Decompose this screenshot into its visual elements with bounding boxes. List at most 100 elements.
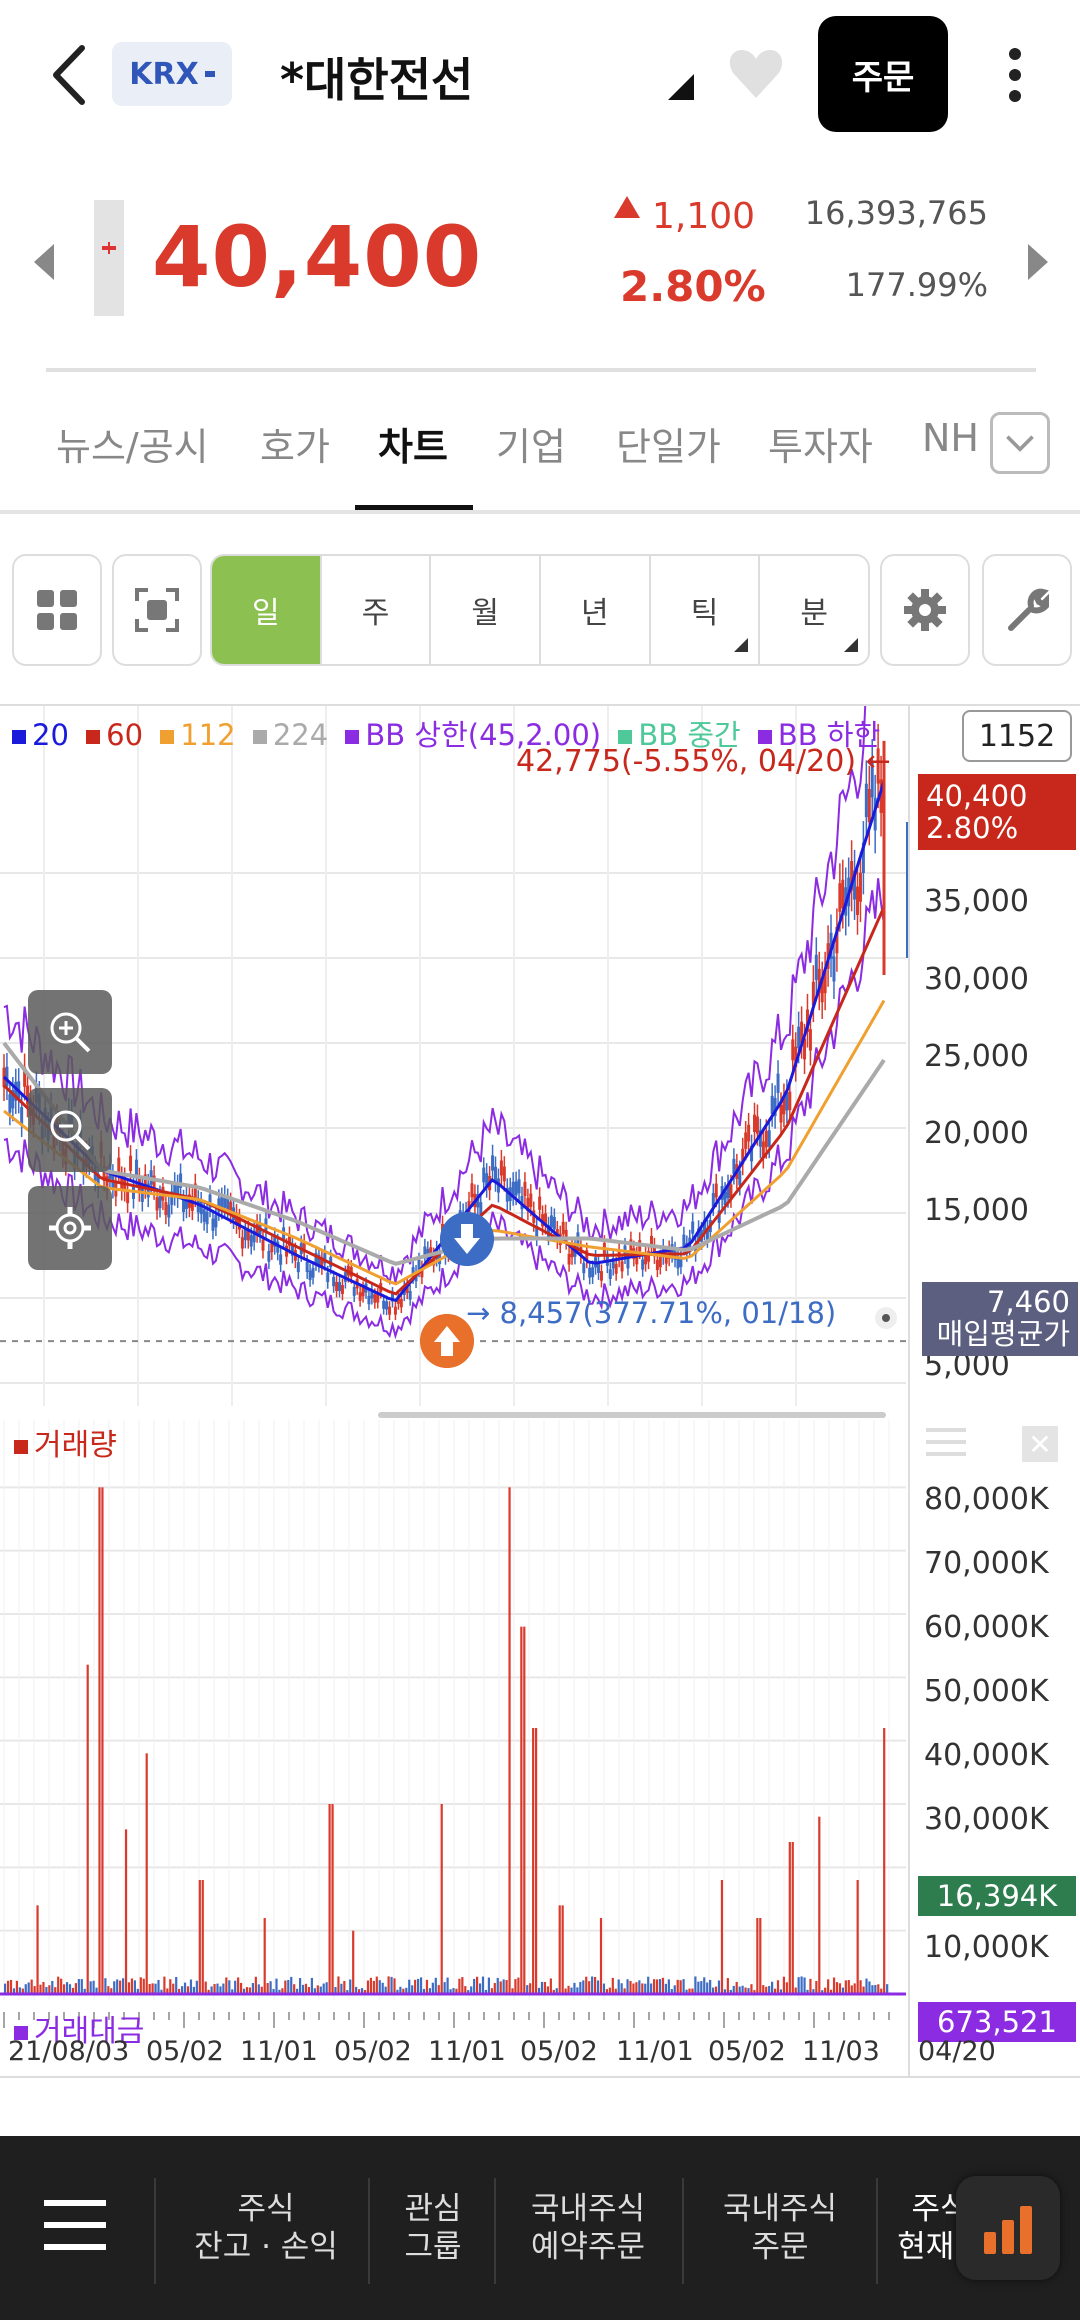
y-tick-label: 70,000K bbox=[924, 1546, 1049, 1581]
volume-chart[interactable] bbox=[0, 1420, 910, 2010]
divider bbox=[876, 2178, 878, 2284]
candle-body bbox=[561, 1221, 565, 1234]
candle-body bbox=[332, 1276, 336, 1287]
candle-count-input[interactable]: 1152 bbox=[962, 710, 1072, 762]
volume-value-tag: 16,394K bbox=[918, 1876, 1076, 1916]
period-week[interactable]: 주 bbox=[322, 556, 432, 664]
nav-domestic-order[interactable]: 국내주식 주문 bbox=[700, 2190, 860, 2266]
tabs-expand-chevron-icon[interactable] bbox=[990, 412, 1050, 474]
candle-body bbox=[655, 1259, 659, 1271]
tab-investor[interactable]: 투자자 bbox=[768, 416, 873, 471]
layout-grid-button[interactable] bbox=[12, 554, 102, 666]
candle-body bbox=[117, 1157, 121, 1173]
candle-body bbox=[552, 1217, 556, 1230]
period-month[interactable]: 월 bbox=[431, 556, 542, 664]
volume-bar bbox=[865, 1978, 868, 1994]
hamburger-menu-icon[interactable] bbox=[44, 2200, 106, 2250]
volume-bar bbox=[658, 1979, 662, 1994]
volume-bar bbox=[228, 1980, 231, 1994]
stock-dropdown-icon[interactable] bbox=[668, 74, 694, 100]
tab-orderbook[interactable]: 호가 bbox=[260, 416, 330, 471]
period-year[interactable]: 년 bbox=[541, 556, 651, 664]
nav-reserved-order[interactable]: 국내주식 예약주문 bbox=[508, 2190, 668, 2266]
volume-bar bbox=[859, 1980, 862, 1994]
volume-bar bbox=[340, 1983, 343, 1994]
volume-bar bbox=[431, 1982, 434, 1994]
volume-bar bbox=[322, 1983, 325, 1994]
exchange-badge[interactable]: KRX bbox=[112, 42, 232, 106]
volume-bar bbox=[27, 1982, 30, 1994]
volume-bar bbox=[868, 1981, 871, 1994]
nav-stock-balance[interactable]: 주식 잔고 · 손익 bbox=[176, 2190, 356, 2266]
volume-bar bbox=[157, 1979, 160, 1994]
panel-close-icon[interactable]: ✕ bbox=[1022, 1426, 1058, 1462]
sell-marker-icon[interactable] bbox=[440, 1212, 494, 1266]
more-vertical-icon[interactable] bbox=[990, 40, 1040, 110]
volume-bar bbox=[122, 1978, 125, 1994]
candle-body bbox=[358, 1292, 362, 1301]
candle-body bbox=[382, 1300, 386, 1309]
volume-bar bbox=[626, 1979, 629, 1994]
buy-marker-icon[interactable] bbox=[420, 1314, 474, 1368]
stock-name[interactable]: *대한전선 bbox=[280, 44, 473, 110]
nav-watch-group[interactable]: 관심 그룹 bbox=[378, 2190, 488, 2266]
candle-body bbox=[514, 1181, 518, 1196]
volume-bar bbox=[473, 1978, 476, 1994]
panel-menu-icon[interactable] bbox=[926, 1428, 966, 1456]
tab-chart[interactable]: 차트 bbox=[378, 416, 448, 471]
next-stock-arrow-icon[interactable] bbox=[1028, 244, 1048, 280]
volume-bar bbox=[664, 1983, 667, 1994]
volume-bar bbox=[434, 1977, 437, 1994]
volume-bar bbox=[124, 1829, 128, 1994]
tab-single-price[interactable]: 단일가 bbox=[616, 416, 721, 471]
prev-stock-arrow-icon[interactable] bbox=[34, 244, 54, 280]
zoom-in-button[interactable] bbox=[28, 990, 112, 1074]
fullscreen-button[interactable] bbox=[112, 554, 202, 666]
avg-line-handle-icon[interactable] bbox=[874, 1306, 898, 1330]
volume-bar bbox=[661, 1977, 665, 1994]
tab-nh[interactable]: NH bbox=[922, 416, 979, 460]
candle-body bbox=[491, 1155, 495, 1171]
candle-body bbox=[279, 1254, 283, 1265]
avg-price-label: 매입평균가 bbox=[936, 1317, 1070, 1351]
volume-bar bbox=[74, 1983, 77, 1994]
volume-bar bbox=[195, 1980, 198, 1994]
period-minute[interactable]: 분 bbox=[760, 556, 868, 664]
volume-bar bbox=[635, 1982, 638, 1994]
volume-bar bbox=[408, 1979, 411, 1994]
volume-bar bbox=[759, 1918, 762, 1994]
volume-bar bbox=[856, 1880, 859, 1994]
volume-bar bbox=[706, 1982, 709, 1994]
volume-bar bbox=[414, 1979, 417, 1994]
volume-bar bbox=[803, 1977, 806, 1994]
chart-shortcut-button[interactable] bbox=[956, 2176, 1060, 2280]
volume-bar bbox=[629, 1980, 632, 1994]
favorite-heart-icon[interactable] bbox=[726, 44, 786, 104]
volume-bar bbox=[119, 1980, 122, 1994]
volume-bar bbox=[709, 1979, 712, 1994]
tools-button[interactable] bbox=[982, 554, 1072, 666]
low-note-arrow-icon: → bbox=[466, 1296, 500, 1330]
order-button[interactable]: 주문 bbox=[818, 16, 948, 132]
candle-body bbox=[5, 1066, 9, 1087]
volume-bar bbox=[818, 1816, 821, 1994]
candle-body bbox=[779, 1104, 783, 1123]
panel-resize-handle[interactable] bbox=[378, 1412, 886, 1418]
volume-bar bbox=[493, 1983, 496, 1994]
candle-body bbox=[182, 1198, 186, 1213]
back-arrow-icon[interactable] bbox=[40, 40, 100, 110]
volume-bar bbox=[461, 1977, 464, 1994]
tab-news[interactable]: 뉴스/공시 bbox=[56, 416, 209, 471]
volume-bar bbox=[508, 1487, 511, 1994]
period-day[interactable]: 일 bbox=[212, 556, 322, 664]
settings-button[interactable] bbox=[880, 554, 970, 666]
candle-body bbox=[340, 1285, 344, 1294]
volume-bar bbox=[343, 1981, 346, 1994]
period-tick[interactable]: 틱 bbox=[651, 556, 761, 664]
chart-settings-button[interactable] bbox=[28, 1186, 112, 1270]
tab-company[interactable]: 기업 bbox=[496, 416, 566, 471]
price-tag-value: 40,400 bbox=[926, 779, 1028, 813]
current-price-tag: 40,400 2.80% bbox=[918, 774, 1076, 850]
y-tick-label: 35,000 bbox=[924, 884, 1029, 919]
zoom-out-button[interactable] bbox=[28, 1088, 112, 1172]
